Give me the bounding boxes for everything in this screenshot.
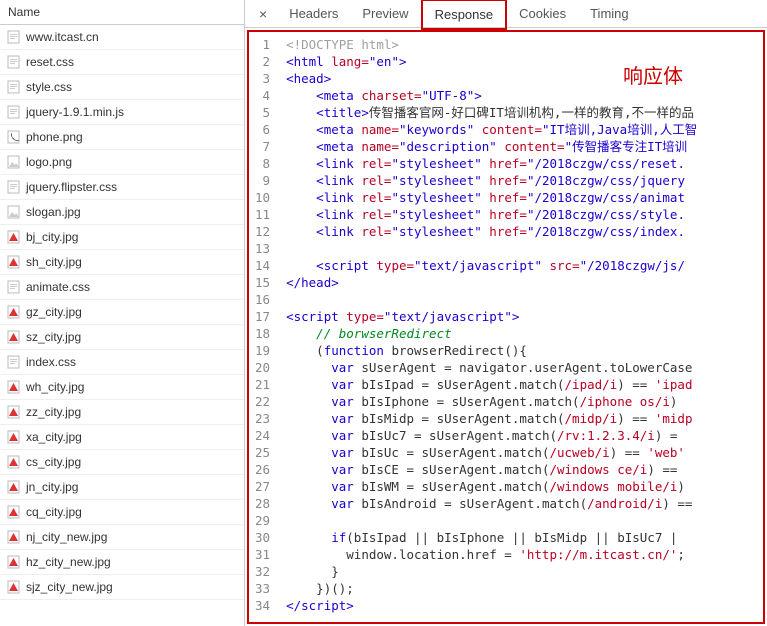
file-row[interactable]: cs_city.jpg xyxy=(0,450,244,475)
jpg-warn-icon xyxy=(6,505,20,519)
file-row[interactable]: slogan.jpg xyxy=(0,200,244,225)
file-name: wh_city.jpg xyxy=(26,380,84,394)
file-name: xa_city.jpg xyxy=(26,430,82,444)
file-row[interactable]: animate.css xyxy=(0,275,244,300)
css-icon xyxy=(6,280,20,294)
tab-headers[interactable]: Headers xyxy=(277,0,350,27)
file-name: sjz_city_new.jpg xyxy=(26,580,113,594)
jpg-warn-icon xyxy=(6,555,20,569)
file-name: phone.png xyxy=(26,130,83,144)
tab-cookies[interactable]: Cookies xyxy=(507,0,578,27)
file-name: hz_city_new.jpg xyxy=(26,555,111,569)
file-name: cs_city.jpg xyxy=(26,455,81,469)
file-name: bj_city.jpg xyxy=(26,230,78,244)
file-row[interactable]: wh_city.jpg xyxy=(0,375,244,400)
tab-response[interactable]: Response xyxy=(421,0,508,30)
file-name: jquery-1.9.1.min.js xyxy=(26,105,124,119)
jpg-warn-icon xyxy=(6,480,20,494)
jpg-warn-icon xyxy=(6,405,20,419)
file-row[interactable]: xa_city.jpg xyxy=(0,425,244,450)
file-name: logo.png xyxy=(26,155,72,169)
jpg-warn-icon xyxy=(6,230,20,244)
file-name: www.itcast.cn xyxy=(26,30,99,44)
jpg-warn-icon xyxy=(6,430,20,444)
file-row[interactable]: zz_city.jpg xyxy=(0,400,244,425)
css-icon xyxy=(6,355,20,369)
file-list[interactable]: www.itcast.cn reset.css style.css jquery-1.… xyxy=(0,25,244,626)
jpg-warn-icon xyxy=(6,330,20,344)
file-row[interactable]: reset.css xyxy=(0,50,244,75)
doc-icon xyxy=(6,30,20,44)
jpg-warn-icon xyxy=(6,305,20,319)
file-row[interactable]: sz_city.jpg xyxy=(0,325,244,350)
close-icon[interactable]: × xyxy=(249,6,277,22)
css-icon xyxy=(6,80,20,94)
css-icon xyxy=(6,55,20,69)
file-row[interactable]: phone.png xyxy=(0,125,244,150)
jpg-warn-icon xyxy=(6,455,20,469)
file-row[interactable]: jquery-1.9.1.min.js xyxy=(0,100,244,125)
code-area[interactable]: 1 2 3 4 5 6 7 8 9 10 11 12 13 14 15 16 1… xyxy=(249,32,763,622)
file-row[interactable]: index.css xyxy=(0,350,244,375)
network-request-list: Name www.itcast.cn reset.css style.css jque… xyxy=(0,0,245,626)
png-icon xyxy=(6,155,20,169)
file-row[interactable]: logo.png xyxy=(0,150,244,175)
jpg-warn-icon xyxy=(6,380,20,394)
file-row[interactable]: www.itcast.cn xyxy=(0,25,244,50)
file-name: animate.css xyxy=(26,280,90,294)
png-phone-icon xyxy=(6,130,20,144)
line-number-gutter: 1 2 3 4 5 6 7 8 9 10 11 12 13 14 15 16 1… xyxy=(249,32,280,622)
js-icon xyxy=(6,105,20,119)
file-row[interactable]: sjz_city_new.jpg xyxy=(0,575,244,600)
file-row[interactable]: jn_city.jpg xyxy=(0,475,244,500)
file-name: nj_city_new.jpg xyxy=(26,530,107,544)
file-name: slogan.jpg xyxy=(26,205,81,219)
source-code[interactable]: <!DOCTYPE html> <html lang="en"> <head> … xyxy=(280,32,763,622)
file-name: sz_city.jpg xyxy=(26,330,81,344)
file-name: jquery.flipster.css xyxy=(26,180,117,194)
file-row[interactable]: hz_city_new.jpg xyxy=(0,550,244,575)
file-row[interactable]: bj_city.jpg xyxy=(0,225,244,250)
jpg-warn-icon xyxy=(6,255,20,269)
detail-tabs: × HeadersPreviewResponseCookiesTiming xyxy=(245,0,767,28)
name-column-header[interactable]: Name xyxy=(0,0,244,25)
jpg-icon xyxy=(6,205,20,219)
jpg-warn-icon xyxy=(6,580,20,594)
response-panel: × HeadersPreviewResponseCookiesTiming 响应… xyxy=(245,0,767,626)
jpg-warn-icon xyxy=(6,530,20,544)
file-name: cq_city.jpg xyxy=(26,505,82,519)
file-name: zz_city.jpg xyxy=(26,405,81,419)
file-row[interactable]: jquery.flipster.css xyxy=(0,175,244,200)
file-name: sh_city.jpg xyxy=(26,255,82,269)
css-icon xyxy=(6,180,20,194)
file-row[interactable]: cq_city.jpg xyxy=(0,500,244,525)
file-name: reset.css xyxy=(26,55,74,69)
tab-preview[interactable]: Preview xyxy=(350,0,420,27)
file-row[interactable]: sh_city.jpg xyxy=(0,250,244,275)
response-body-box: 响应体 1 2 3 4 5 6 7 8 9 10 11 12 13 14 15 … xyxy=(247,30,765,624)
file-name: gz_city.jpg xyxy=(26,305,82,319)
file-name: jn_city.jpg xyxy=(26,480,78,494)
file-row[interactable]: style.css xyxy=(0,75,244,100)
file-name: style.css xyxy=(26,80,72,94)
file-name: index.css xyxy=(26,355,76,369)
tab-timing[interactable]: Timing xyxy=(578,0,641,27)
file-row[interactable]: gz_city.jpg xyxy=(0,300,244,325)
file-row[interactable]: nj_city_new.jpg xyxy=(0,525,244,550)
